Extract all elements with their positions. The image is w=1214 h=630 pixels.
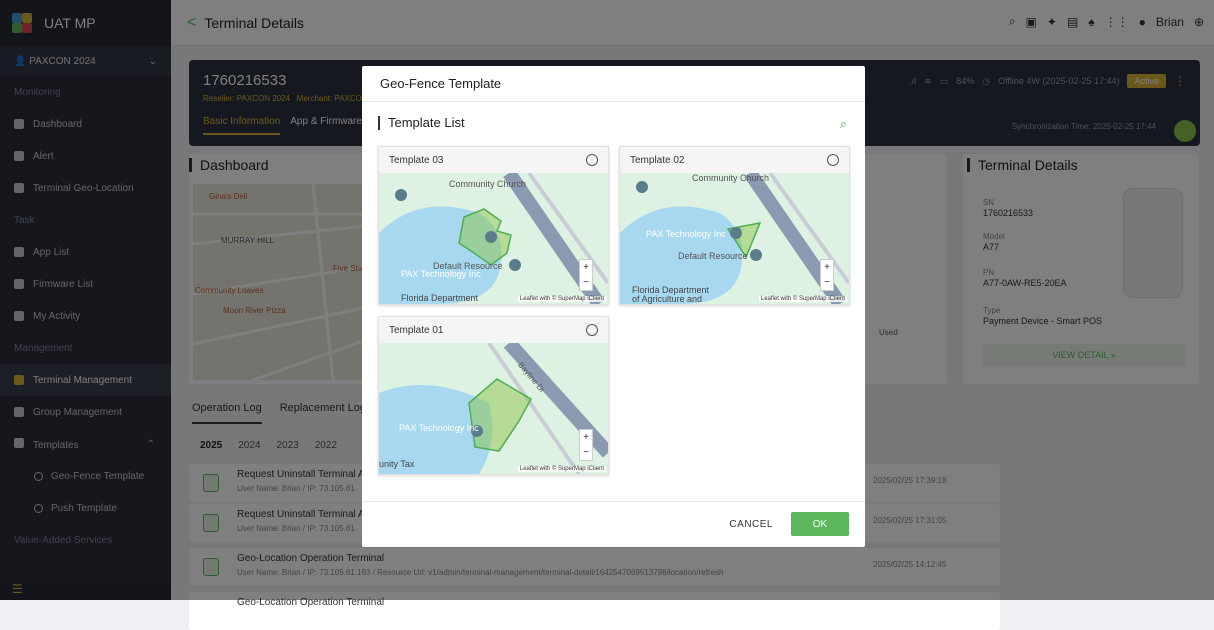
map-label: Default Resource (433, 261, 503, 271)
geo-fence-template-dialog: Geo-Fence Template Template List ⌕ Templ… (362, 66, 865, 547)
template-map[interactable]: Bayline Dr PAX Technology Inc unity Tax … (379, 343, 608, 474)
template-list-title: Template List (378, 116, 465, 130)
template-name: Template 02 (630, 154, 685, 166)
template-name: Template 03 (389, 154, 444, 166)
divider (362, 101, 865, 102)
map-label: of Agriculture and (632, 294, 703, 304)
zoom-controls: + − (579, 429, 593, 461)
zoom-in-icon[interactable]: + (580, 430, 592, 445)
map-background (379, 173, 608, 304)
template-radio[interactable] (586, 154, 598, 166)
map-attribution: Leaflet with © SuperMap iClient (517, 296, 606, 302)
template-card[interactable]: Template 02 Community Church PAX Technol… (619, 146, 850, 305)
template-radio[interactable] (586, 324, 598, 336)
zoom-out-icon[interactable]: − (580, 445, 592, 460)
card-header: Template 02 (620, 147, 849, 173)
map-label: PAX Technology Inc (399, 423, 479, 433)
zoom-in-icon[interactable]: + (580, 260, 592, 275)
cancel-button[interactable]: CANCEL (729, 519, 773, 530)
template-card[interactable]: Template 01 Bayline Dr PAX Technology In… (378, 316, 609, 475)
template-map[interactable]: Community Church PAX Technology Inc Defa… (379, 173, 608, 304)
search-icon[interactable]: ⌕ (840, 116, 847, 132)
template-card[interactable]: Template 03 Community Church PAX Technol… (378, 146, 609, 305)
dialog-footer: CANCEL OK (362, 501, 865, 547)
ok-button[interactable]: OK (791, 512, 849, 536)
map-label: Community Church (692, 173, 770, 183)
zoom-out-icon[interactable]: − (821, 275, 833, 290)
map-attribution: Leaflet with © SuperMap iClient (758, 296, 847, 302)
card-header: Template 03 (379, 147, 608, 173)
zoom-controls: + − (579, 259, 593, 291)
map-background (379, 343, 608, 474)
map-label: Community Church (449, 179, 527, 189)
zoom-in-icon[interactable]: + (821, 260, 833, 275)
template-radio[interactable] (827, 154, 839, 166)
map-label: Default Resource (678, 251, 748, 261)
map-label: unity Tax (379, 459, 415, 469)
template-map[interactable]: Community Church PAX Technology Inc Defa… (620, 173, 849, 304)
map-label: PAX Technology Inc (646, 229, 726, 239)
template-name: Template 01 (389, 324, 444, 336)
map-attribution: Leaflet with © SuperMap iClient (517, 466, 606, 472)
zoom-out-icon[interactable]: − (580, 275, 592, 290)
card-header: Template 01 (379, 317, 608, 343)
map-label: Florida Department (401, 293, 479, 303)
dialog-title: Geo-Fence Template (380, 76, 502, 91)
zoom-controls: + − (820, 259, 834, 291)
